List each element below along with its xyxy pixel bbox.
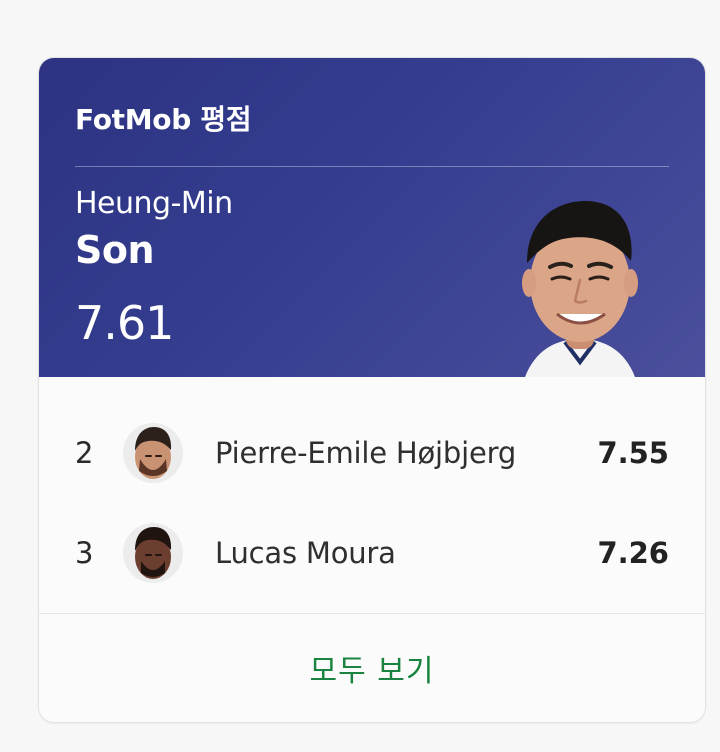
card-footer: 모두 보기: [39, 614, 705, 722]
player-avatar-icon: [123, 523, 183, 583]
hero-divider: [75, 166, 669, 167]
player-avatar-icon: [123, 423, 183, 483]
card-title: FotMob 평점: [75, 103, 252, 136]
top-player-first-name: Heung-Min: [75, 186, 233, 221]
left-ear: [522, 269, 536, 297]
top-player-photo-icon: [522, 201, 638, 377]
rank-number: 3: [75, 536, 94, 570]
rank-number: 2: [75, 436, 94, 470]
view-all-link[interactable]: 모두 보기: [310, 646, 435, 690]
fotmob-ratings-card: FotMob 평점 Heung-Min Son 7.61 2 Pierre-Em…: [38, 57, 706, 723]
right-ear: [624, 269, 638, 297]
player-rating: 7.55: [597, 436, 669, 470]
player-name: Pierre-Emile Højbjerg: [215, 436, 517, 470]
ranking-row[interactable]: 3 Lucas Moura 7.26: [39, 507, 705, 599]
top-player-section[interactable]: FotMob 평점 Heung-Min Son 7.61: [39, 58, 705, 377]
ranking-row[interactable]: 2 Pierre-Emile Højbjerg 7.55: [39, 407, 705, 499]
page: FotMob 평점 Heung-Min Son 7.61 2 Pierre-Em…: [0, 0, 720, 752]
player-name: Lucas Moura: [215, 536, 396, 570]
top-player-last-name: Son: [75, 228, 155, 272]
rating-ranking-list: 2 Pierre-Emile Højbjerg 7.55 3 Lucas Mou…: [39, 377, 705, 614]
player-rating: 7.26: [597, 536, 669, 570]
top-player-rating: 7.61: [75, 296, 174, 350]
